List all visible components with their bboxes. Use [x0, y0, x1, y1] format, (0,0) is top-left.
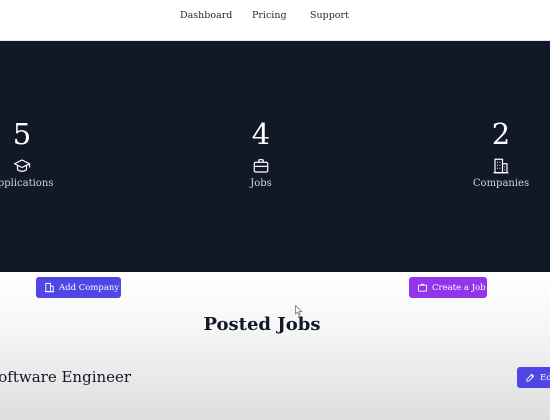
add-company-button[interactable]: Add Company: [36, 277, 121, 298]
stat-jobs: 4 Jobs: [191, 117, 331, 189]
stat-applications: 5 Applications: [0, 117, 92, 189]
nav-link-pricing[interactable]: Pricing: [252, 10, 287, 21]
stat-companies: 2 Companies: [431, 117, 550, 189]
stat-companies-value: 2: [491, 117, 511, 151]
nav-link-dashboard[interactable]: Dashboard: [180, 10, 232, 21]
building-icon: [493, 158, 509, 174]
graduation-cap-icon: [13, 159, 31, 172]
edit-icon: [526, 373, 535, 382]
stat-applications-value: 5: [12, 117, 32, 151]
briefcase-icon: [253, 159, 269, 173]
posted-jobs-title: Posted Jobs: [203, 314, 321, 335]
edit-job-label: Edit: [540, 372, 550, 383]
create-job-label: Create a Job: [432, 282, 486, 293]
job-title: Software Engineer: [0, 368, 132, 386]
mouse-cursor-icon: [295, 305, 303, 316]
stat-applications-label: Applications: [0, 178, 54, 189]
nav-link-support[interactable]: Support: [310, 10, 349, 21]
stat-jobs-value: 4: [251, 117, 271, 151]
create-job-button[interactable]: Create a Job: [409, 277, 487, 298]
stat-jobs-label: Jobs: [250, 178, 272, 189]
edit-job-button[interactable]: Edit: [517, 367, 550, 388]
stats-hero: 5 Applications 4 Jobs 2 Companies: [0, 41, 550, 272]
stat-companies-label: Companies: [472, 178, 530, 189]
briefcase-icon: [417, 283, 428, 292]
add-company-label: Add Company: [59, 282, 120, 293]
top-navigation: Dashboard Pricing Support: [0, 0, 550, 41]
building-icon: [44, 282, 55, 293]
